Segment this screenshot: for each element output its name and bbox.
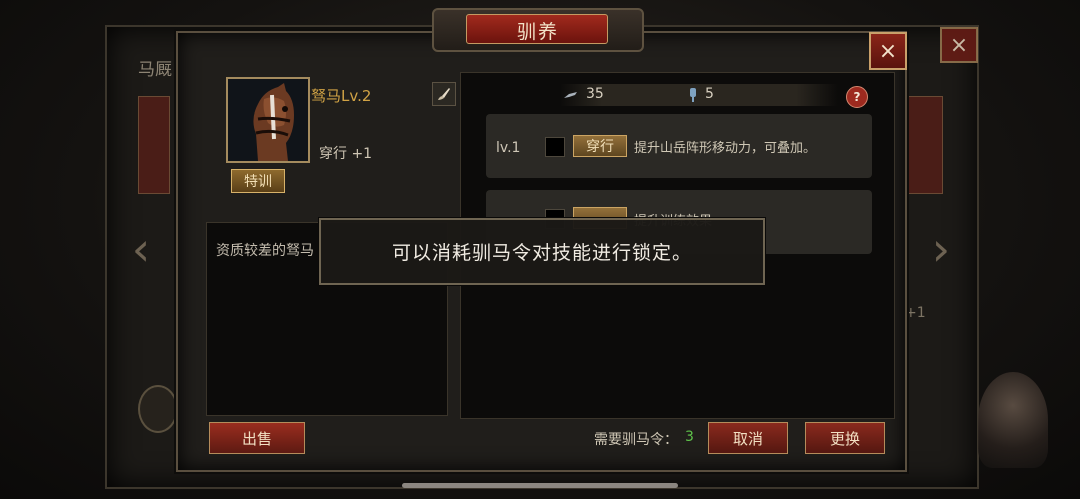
token-icon <box>684 86 702 104</box>
horse-description: 资质较差的驽马 <box>216 243 314 259</box>
special-training-button[interactable]: 特训 <box>231 169 285 193</box>
required-tokens-value: 3 <box>685 429 694 445</box>
whip-glyph <box>564 92 577 98</box>
horse-head-icon <box>228 79 308 161</box>
background-close-icon[interactable]: × <box>940 27 978 63</box>
edit-brush-icon[interactable] <box>432 82 456 106</box>
background-coin-icon <box>138 385 178 433</box>
whip-icon <box>562 86 580 104</box>
toast-message: 可以消耗驯马令对技能进行锁定。 <box>319 218 765 285</box>
toast-text: 可以消耗驯马令对技能进行锁定。 <box>391 242 692 264</box>
background-title: 马厩 <box>138 60 172 80</box>
horse-portrait <box>226 77 310 163</box>
cancel-button[interactable]: 取消 <box>708 422 788 454</box>
close-icon[interactable]: × <box>869 32 907 70</box>
skill-description: 提升山岳阵形移动力，可叠加。 <box>634 141 817 156</box>
background-right-arrow-icon[interactable]: › <box>928 222 954 276</box>
whip-count: 35 <box>586 86 604 102</box>
background-character-portrait <box>978 372 1048 468</box>
brush-icon <box>438 88 450 100</box>
dialog-title: 驯养 <box>516 20 559 43</box>
skill-lock-checkbox[interactable] <box>545 137 565 157</box>
background-side-panel-right <box>905 96 943 194</box>
background-left-arrow-icon[interactable]: ‹ <box>128 222 154 276</box>
horse-stat: 穿行 +1 <box>319 146 373 162</box>
dialog-title-bar: 驯养 <box>432 8 644 52</box>
horse-name: 驽马Lv.2 <box>311 87 372 105</box>
background-side-panel-left <box>138 96 170 194</box>
token-glyph <box>690 88 696 102</box>
background-stat-fragment: +1 <box>905 305 926 321</box>
sell-button[interactable]: 出售 <box>209 422 305 454</box>
skill-level: lv.1 <box>496 140 521 156</box>
skill-name-tag: 穿行 <box>573 135 627 157</box>
home-indicator[interactable] <box>402 483 678 488</box>
required-tokens-label: 需要驯马令： <box>594 432 678 448</box>
token-count: 5 <box>705 86 714 102</box>
replace-button[interactable]: 更换 <box>805 422 885 454</box>
help-icon[interactable]: ? <box>846 86 868 108</box>
